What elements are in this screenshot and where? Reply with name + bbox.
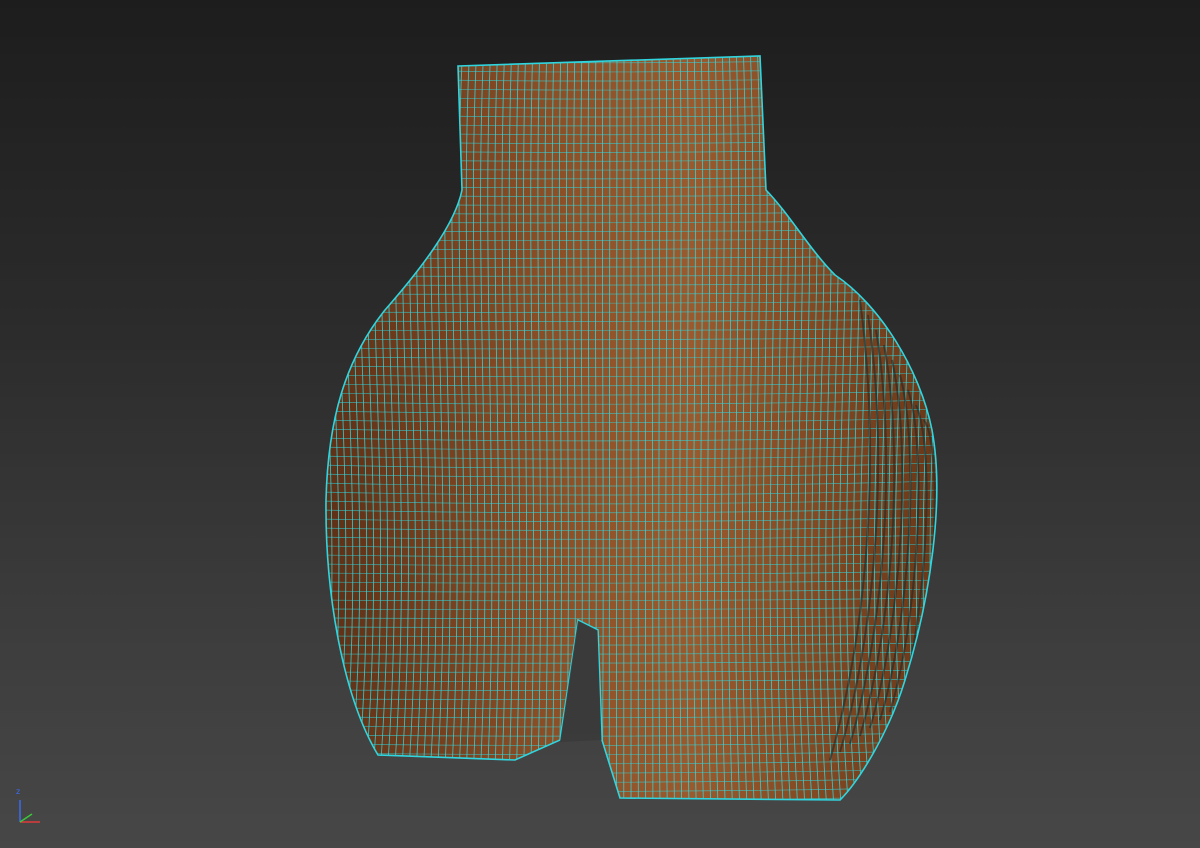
sculpture-model[interactable]	[318, 40, 944, 820]
axis-gizmo	[19, 800, 40, 823]
3d-viewport[interactable]: z	[0, 0, 1200, 848]
viewport-canvas[interactable]	[0, 0, 1200, 848]
y-axis-line	[19, 813, 33, 823]
z-axis-label: z	[16, 787, 21, 796]
